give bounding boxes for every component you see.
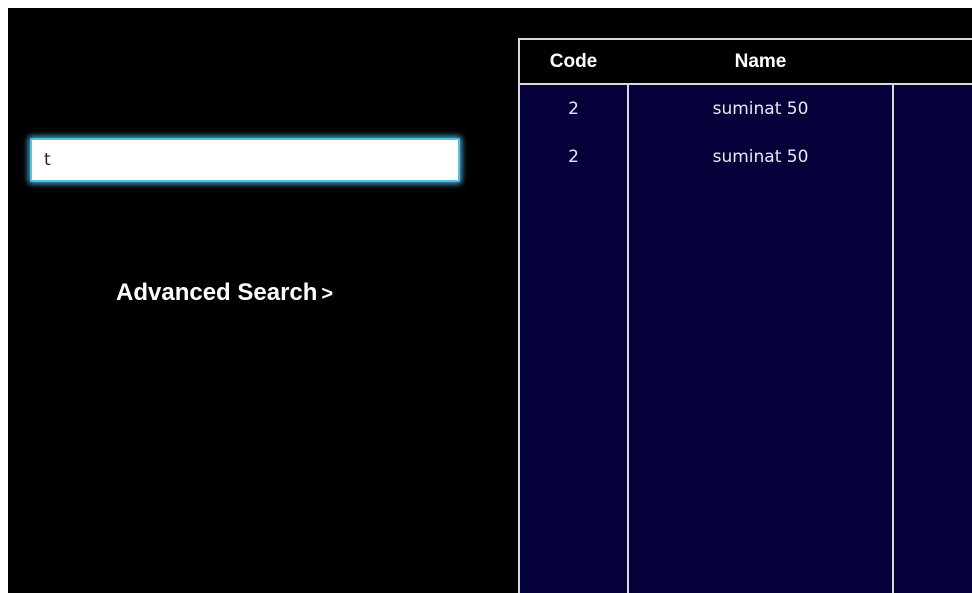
cell-code: 2 (568, 147, 579, 167)
table-header: Code Name (520, 40, 972, 85)
cell-name: suminat 50 (712, 147, 809, 167)
cell-name: suminat 50 (712, 99, 809, 119)
column-header-extra[interactable] (894, 40, 972, 83)
table-row[interactable]: 2 suminat 50 (520, 85, 972, 133)
advanced-search-link[interactable]: Advanced Search > (116, 279, 333, 307)
chevron-right-icon: > (321, 283, 334, 305)
column-header-name[interactable]: Name (629, 40, 892, 83)
search-input[interactable] (30, 138, 460, 182)
advanced-search-label: Advanced Search (116, 279, 318, 306)
column-header-code[interactable]: Code (520, 40, 627, 83)
table-row[interactable]: 2 suminat 50 (520, 133, 972, 181)
cell-code: 2 (568, 99, 579, 119)
results-table[interactable]: Code Name 2 suminat 50 2 suminat 50 (518, 38, 972, 593)
app-window: Advanced Search> Code Name 2 suminat 50 … (8, 8, 972, 593)
